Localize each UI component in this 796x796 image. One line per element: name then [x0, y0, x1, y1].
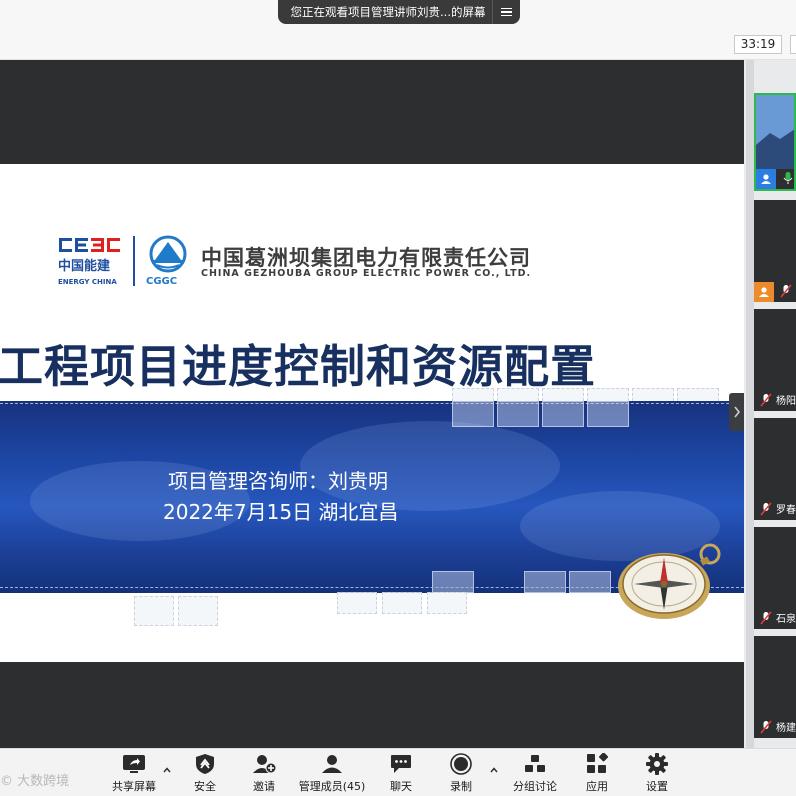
- share-screen-label: 共享屏幕: [112, 780, 156, 793]
- gear-icon: [646, 753, 668, 775]
- mic-on-icon: [783, 172, 793, 184]
- energy-china-logo: 中国能建 ENERGY CHINA: [58, 238, 120, 286]
- participant-name: 杨阳: [776, 396, 796, 407]
- mic-muted-icon: [760, 720, 772, 734]
- top-right-control[interactable]: [790, 35, 796, 54]
- chat-button[interactable]: 聊天: [384, 752, 418, 794]
- participant-tile[interactable]: 杨建: [754, 636, 796, 738]
- banner-menu-icon[interactable]: [492, 0, 520, 24]
- settings-button[interactable]: 设置: [640, 752, 674, 794]
- decor-square: [134, 596, 174, 626]
- watermark: © 大数跨境: [0, 774, 70, 789]
- screen-share-text: 您正在观看项目管理讲师刘贵...的屏幕: [290, 5, 486, 19]
- add-user-icon: [253, 755, 276, 774]
- participant-name: 石泉: [776, 614, 796, 625]
- participant-tile[interactable]: 罗春: [754, 418, 796, 520]
- screen-share-banner[interactable]: 您正在观看项目管理讲师刘贵...的屏幕: [278, 0, 520, 24]
- mic-muted-icon: [760, 393, 772, 407]
- apps-icon: [587, 753, 608, 773]
- slide-date-location: 2022年7月15日 湖北宜昌: [163, 500, 399, 524]
- settings-label: 设置: [646, 780, 668, 793]
- chat-icon: [391, 755, 411, 773]
- breakout-rooms-label: 分组讨论: [513, 780, 557, 793]
- cggc-text: CGGC: [146, 276, 177, 286]
- decor-square: [337, 592, 377, 614]
- security-label: 安全: [194, 780, 216, 793]
- share-options-chevron-icon[interactable]: [161, 764, 173, 776]
- record-button[interactable]: 录制: [444, 752, 478, 794]
- slide-presenter: 项目管理咨询师：刘贵明: [168, 469, 388, 493]
- band-square: [587, 401, 629, 427]
- energy-china-cn: 中国能建: [58, 258, 110, 274]
- slide-title: 工程项目进度控制和资源配置: [0, 340, 597, 393]
- energy-china-en: ENERGY CHINA: [58, 278, 117, 286]
- host-badge: [756, 169, 776, 189]
- apps-label: 应用: [586, 780, 608, 793]
- compass-icon: [618, 543, 721, 619]
- participant-tile[interactable]: 石泉: [754, 527, 796, 629]
- shield-icon: [196, 754, 214, 774]
- participant-tile[interactable]: [754, 200, 796, 302]
- user-icon: [761, 174, 771, 184]
- share-screen-icon: [123, 755, 145, 773]
- band-square: [452, 401, 494, 427]
- decor-square: [382, 592, 422, 614]
- cohost-badge: [754, 282, 774, 302]
- mic-muted-icon: [760, 502, 772, 516]
- chevron-right-icon: [734, 406, 741, 418]
- band-square: [542, 401, 584, 427]
- user-icon: [759, 287, 769, 297]
- participant-tile[interactable]: [754, 93, 796, 191]
- mic-muted-icon: [780, 284, 792, 298]
- record-icon: [450, 753, 472, 775]
- invite-label: 邀请: [253, 780, 275, 793]
- breakout-icon: [525, 755, 545, 772]
- band-square: [497, 401, 539, 427]
- presentation-slide: 中国能建 ENERGY CHINA CGGC 中国葛洲坝集团电力有限责任公司 C…: [0, 164, 744, 662]
- cggc-logo: CGGC: [146, 235, 187, 286]
- meeting-window: 您正在观看项目管理讲师刘贵...的屏幕 33:19 中国能建 ENERGY CH…: [0, 0, 796, 796]
- security-button[interactable]: 安全: [188, 752, 222, 794]
- decor-square: [178, 596, 218, 626]
- breakout-rooms-button[interactable]: 分组讨论: [508, 752, 562, 794]
- decor-square: [427, 592, 467, 614]
- chat-label: 聊天: [390, 780, 412, 793]
- manage-members-label: 管理成员(45): [298, 780, 366, 793]
- gallery-scrollbar[interactable]: [746, 60, 754, 748]
- participant-name: 罗春: [776, 505, 796, 516]
- participant-tile[interactable]: 杨阳: [754, 309, 796, 411]
- meeting-timer: 33:19: [734, 35, 782, 54]
- logo-divider: [133, 236, 135, 286]
- record-label: 录制: [450, 780, 472, 793]
- apps-button[interactable]: 应用: [580, 752, 614, 794]
- band-top-edge: [0, 403, 744, 406]
- share-screen-button[interactable]: 共享屏幕: [110, 752, 158, 794]
- manage-members-button[interactable]: 管理成员(45): [298, 752, 366, 794]
- record-options-chevron-icon[interactable]: [488, 764, 500, 776]
- shared-screen-area: 中国能建 ENERGY CHINA CGGC 中国葛洲坝集团电力有限责任公司 C…: [0, 60, 745, 748]
- company-name-en: CHINA GEZHOUBA GROUP ELECTRIC POWER CO.,…: [201, 268, 532, 279]
- participant-name: 杨建: [776, 723, 796, 734]
- gallery-collapse-button[interactable]: [729, 393, 745, 431]
- members-icon: [322, 755, 342, 773]
- mic-muted-icon: [760, 611, 772, 625]
- invite-button[interactable]: 邀请: [246, 752, 282, 794]
